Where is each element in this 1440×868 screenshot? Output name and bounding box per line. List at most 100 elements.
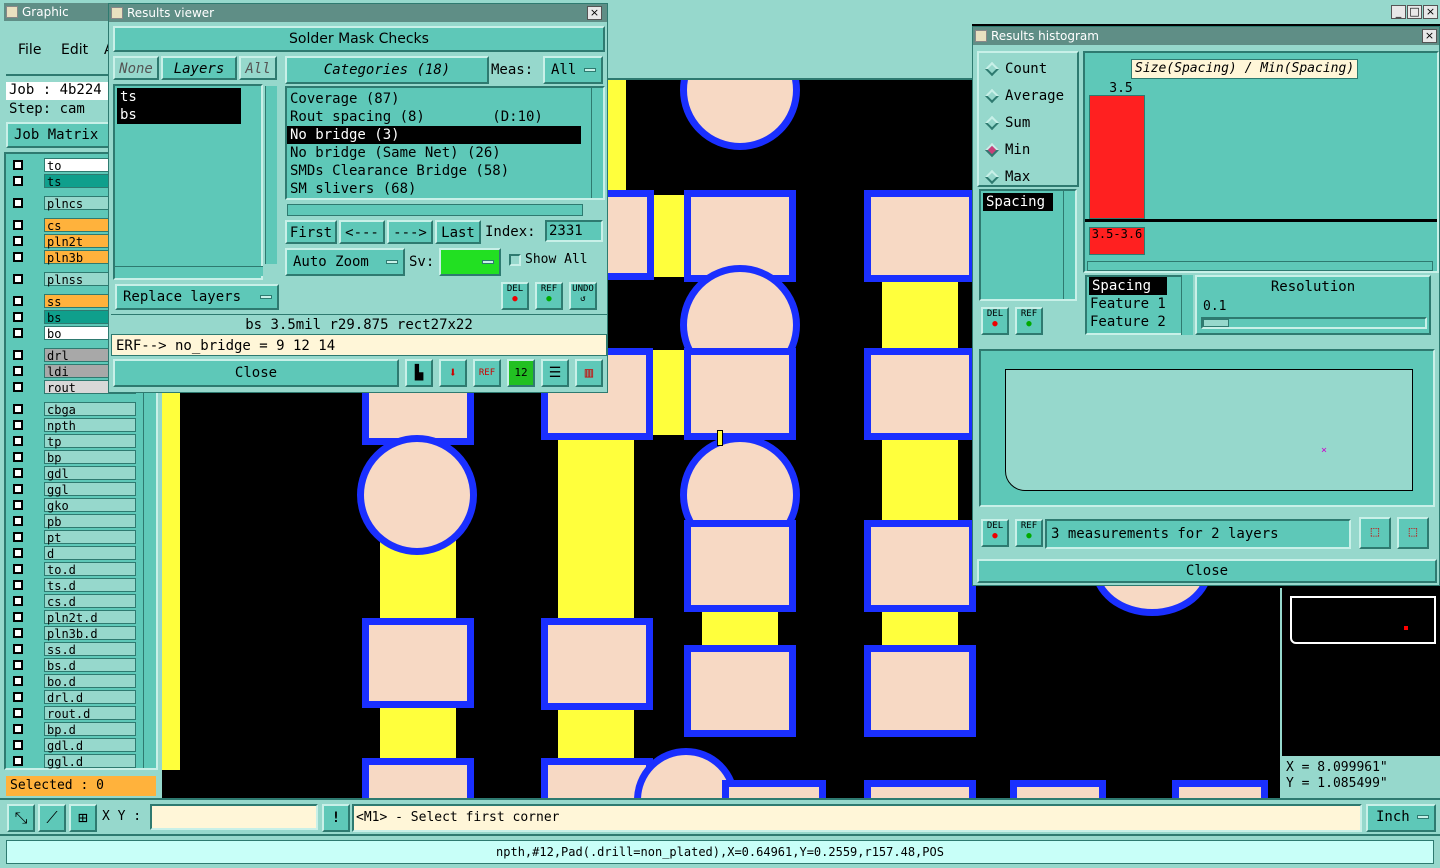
grid-icon[interactable]: ⊞	[69, 804, 97, 832]
layer-name[interactable]: gdl.d	[44, 738, 136, 753]
layer-name[interactable]: pln2t.d	[44, 610, 136, 625]
chart-hscroll[interactable]	[1087, 261, 1433, 271]
layer-checkbox[interactable]	[13, 420, 23, 430]
categories-vscroll[interactable]	[591, 88, 603, 198]
layer-checkbox[interactable]	[13, 532, 23, 542]
layer-checkbox[interactable]	[13, 516, 23, 526]
radio-icon[interactable]	[984, 142, 1000, 158]
categories-button[interactable]: Categories (18)	[285, 56, 489, 84]
histogram-list-item[interactable]: Spacing	[983, 193, 1053, 211]
layer-checkbox[interactable]	[13, 198, 23, 208]
all-button[interactable]: All	[239, 56, 277, 80]
histogram-close-icon[interactable]: ×	[1422, 29, 1437, 43]
layer-checkbox[interactable]	[13, 468, 23, 478]
layer-checkbox[interactable]	[13, 312, 23, 322]
stat-option-max[interactable]: Max	[984, 169, 1030, 185]
zoom-prev-icon[interactable]: ⬚	[1397, 517, 1429, 549]
stat-option-sum[interactable]: Sum	[984, 115, 1030, 131]
resolution-slider[interactable]	[1201, 317, 1427, 329]
layer-checkbox[interactable]	[13, 366, 23, 376]
layers-button[interactable]: Layers	[161, 56, 237, 80]
layer-name[interactable]: bs.d	[44, 658, 136, 673]
layer-stack-icon[interactable]: ▙	[405, 359, 433, 387]
layer-checkbox[interactable]	[13, 220, 23, 230]
del-button[interactable]: DEL ●	[501, 282, 529, 310]
layer-name[interactable]: pb	[44, 514, 136, 529]
layer-name[interactable]: bp.d	[44, 722, 136, 737]
layer-checkbox[interactable]	[13, 236, 23, 246]
layer-checkbox[interactable]	[13, 596, 23, 606]
ref-button[interactable]: REF ●	[535, 282, 563, 310]
layer-name[interactable]: gdl	[44, 466, 136, 481]
histogram-icon[interactable]: ▥	[575, 359, 603, 387]
layer-checkbox[interactable]	[13, 484, 23, 494]
zoom-fit-icon[interactable]: ⤡	[7, 804, 35, 832]
menu-file[interactable]: File	[18, 42, 41, 58]
layer-name[interactable]: rout.d	[44, 706, 136, 721]
layer-checkbox[interactable]	[13, 660, 23, 670]
layer-checkbox[interactable]	[13, 756, 23, 766]
layer-name[interactable]: ggl	[44, 482, 136, 497]
layer-name[interactable]: ts.d	[44, 578, 136, 593]
zoom-next-icon[interactable]: ⬚	[1359, 517, 1391, 549]
layer-name[interactable]: cs.d	[44, 594, 136, 609]
first-button[interactable]: First	[285, 220, 337, 244]
categories-hscroll[interactable]	[287, 204, 583, 216]
column-item[interactable]: Feature 2	[1087, 313, 1181, 331]
maximize-icon[interactable]: □	[1407, 5, 1422, 19]
prev-button[interactable]: <---	[339, 220, 385, 244]
layer-checkbox[interactable]	[13, 328, 23, 338]
layer-name[interactable]: bp	[44, 450, 136, 465]
report-icon[interactable]: ☰	[541, 359, 569, 387]
layer-checkbox[interactable]	[13, 452, 23, 462]
xy-input[interactable]	[150, 804, 318, 830]
layer-name[interactable]: pt	[44, 530, 136, 545]
layer-list-vscroll[interactable]	[265, 86, 277, 264]
layer-name[interactable]: d	[44, 546, 136, 561]
histogram-close-button[interactable]: Close	[977, 559, 1437, 583]
layer-checkbox[interactable]	[13, 612, 23, 622]
layer-name[interactable]: bo.d	[44, 674, 136, 689]
category-item[interactable]: No bridge (3)	[287, 126, 581, 144]
hist-del-button-2[interactable]: DEL ●	[981, 519, 1009, 547]
radio-icon[interactable]	[984, 115, 1000, 131]
layer-name[interactable]: npth	[44, 418, 136, 433]
category-item[interactable]: Rout spacing (8) (D:10)	[287, 108, 603, 126]
category-item[interactable]: Coverage (87)	[287, 90, 603, 108]
layer-checkbox[interactable]	[13, 740, 23, 750]
layer-name[interactable]: gko	[44, 498, 136, 513]
measure-icon[interactable]: ⟋	[38, 804, 66, 832]
stat-option-min[interactable]: Min	[984, 142, 1030, 158]
stat-option-count[interactable]: Count	[984, 61, 1047, 77]
layer-checkbox[interactable]	[13, 350, 23, 360]
layer-checkbox[interactable]	[13, 692, 23, 702]
bar-category-label[interactable]: 3.5-3.6	[1089, 227, 1145, 255]
hist-del-button[interactable]: DEL ●	[981, 307, 1009, 335]
layer-checkbox[interactable]	[13, 548, 23, 558]
results-viewer-close-icon[interactable]: ×	[587, 6, 602, 20]
replace-layers-select[interactable]: Replace layers	[115, 284, 279, 310]
undo-button[interactable]: UNDO ↺	[569, 282, 597, 310]
alert-icon[interactable]: !	[322, 804, 350, 832]
column-item[interactable]: Spacing	[1089, 277, 1167, 295]
layer-checkbox[interactable]	[13, 676, 23, 686]
layer-checkbox[interactable]	[13, 500, 23, 510]
layer-checkbox[interactable]	[13, 628, 23, 638]
columns-vscroll[interactable]	[1181, 275, 1193, 335]
layer-checkbox[interactable]	[13, 382, 23, 392]
export-icon[interactable]: ⬇	[439, 359, 467, 387]
histogram-list-vscroll[interactable]	[1063, 191, 1075, 299]
radio-icon[interactable]	[984, 169, 1000, 185]
none-button[interactable]: None	[113, 56, 159, 80]
layer-checkbox[interactable]	[13, 644, 23, 654]
hist-ref-button[interactable]: REF ●	[1015, 307, 1043, 335]
layer-name[interactable]: ss.d	[44, 642, 136, 657]
layer-checkbox[interactable]	[13, 708, 23, 718]
layer-list-hscroll[interactable]	[115, 266, 263, 276]
layer-name[interactable]: cbga	[44, 402, 136, 417]
compare-icon[interactable]: 12	[507, 359, 535, 387]
layer-checkbox[interactable]	[13, 436, 23, 446]
index-input[interactable]	[545, 220, 603, 242]
last-button[interactable]: Last	[435, 220, 481, 244]
layer-checkbox[interactable]	[13, 580, 23, 590]
